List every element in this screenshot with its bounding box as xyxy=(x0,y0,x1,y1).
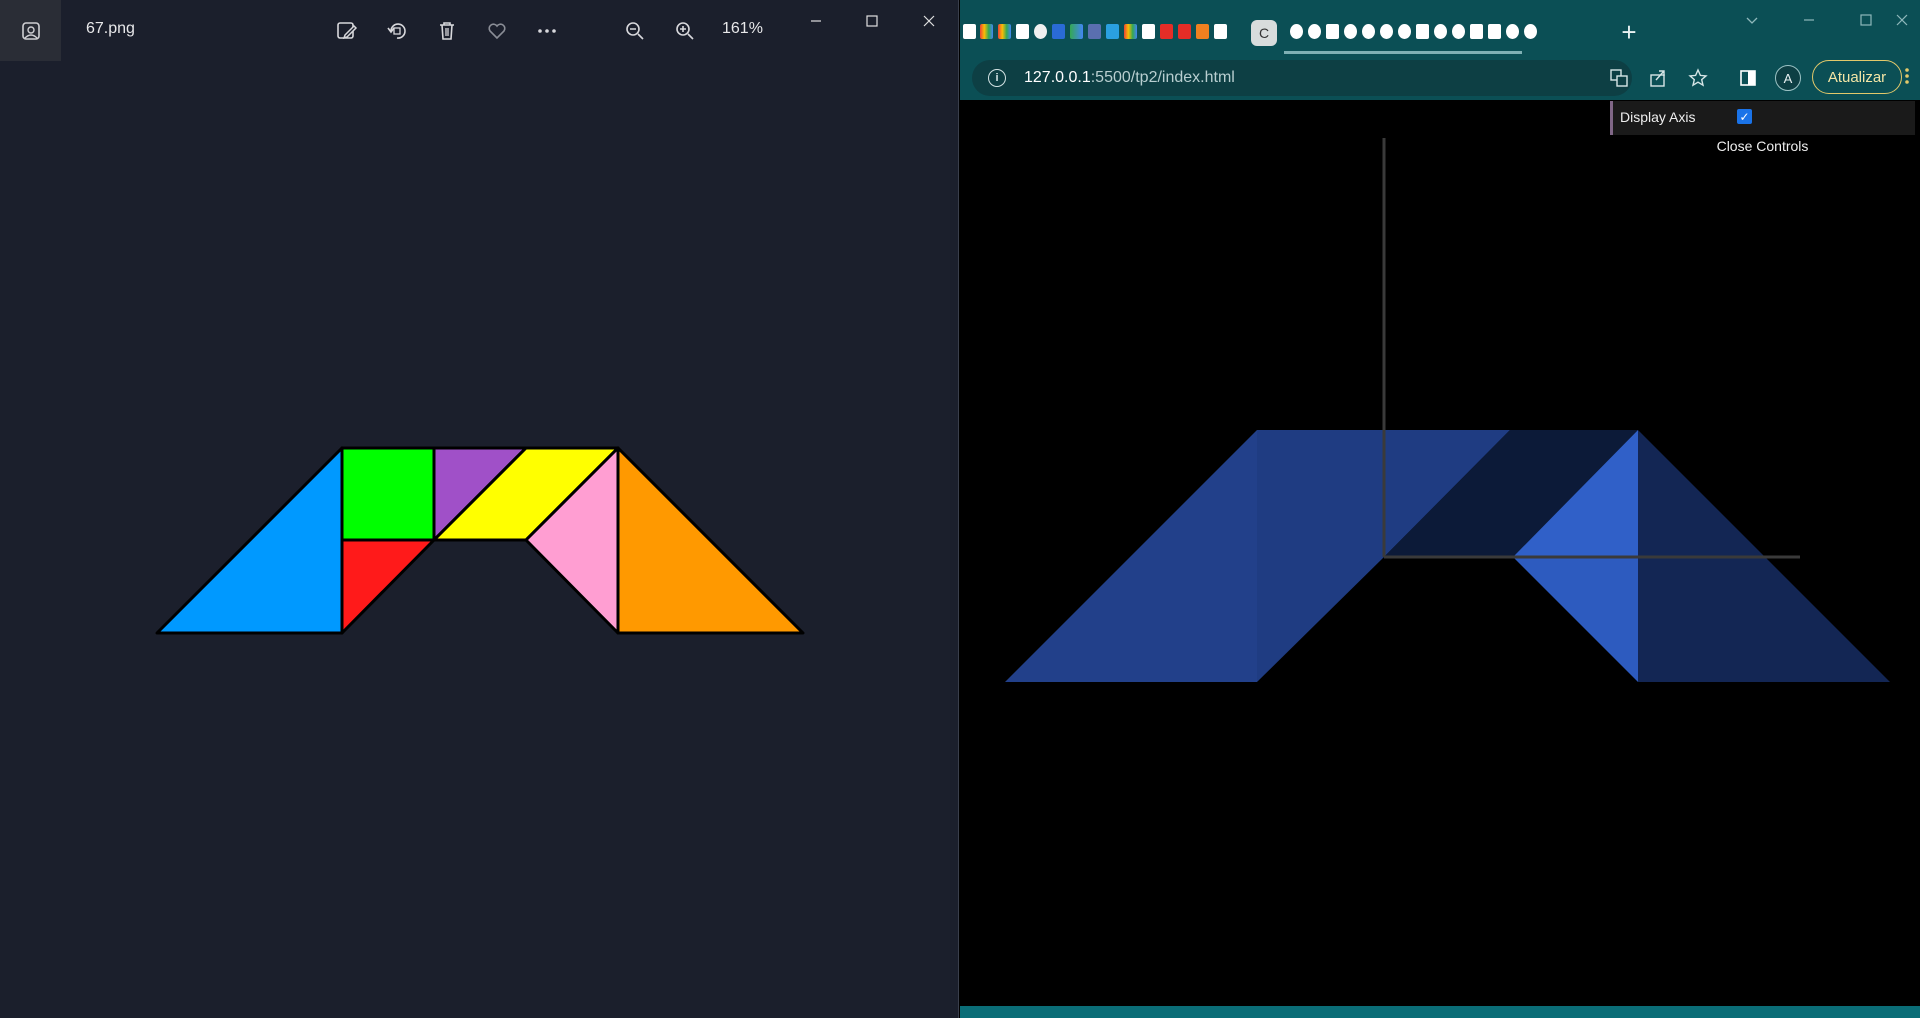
update-button[interactable]: Atualizar xyxy=(1812,60,1902,94)
shape-bright-lower xyxy=(1513,557,1638,682)
favorite-icon[interactable] xyxy=(480,14,514,48)
controls-panel: Display Axis ✓ xyxy=(1610,101,1915,135)
tab-favicon-12[interactable] xyxy=(1160,24,1173,39)
photos-titlebar: 67.png 161% xyxy=(0,0,959,61)
tab-favicon-28[interactable] xyxy=(1506,24,1519,39)
url-text[interactable]: 127.0.0.1:5500/tp2/index.html xyxy=(1024,69,1235,87)
tab-favicon-17[interactable] xyxy=(1308,24,1321,39)
tab-group-underline xyxy=(1284,51,1522,54)
tab-favicon-8[interactable] xyxy=(1088,24,1101,39)
new-tab-button[interactable]: + xyxy=(1614,17,1644,47)
shape-left-triangle xyxy=(1005,430,1257,682)
browser-window: C + i 127.0.0.1:5500/tp2/index.html A At… xyxy=(960,0,1920,1018)
rotate-icon[interactable] xyxy=(380,14,414,48)
tab-favicon-2[interactable] xyxy=(980,24,993,39)
share-icon[interactable] xyxy=(1646,66,1670,90)
tangram-red-triangle xyxy=(340,538,436,635)
profile-avatar[interactable]: A xyxy=(1775,65,1801,91)
tangram-image xyxy=(155,446,805,635)
tab-favicon-21[interactable] xyxy=(1380,24,1393,39)
tab-favicon-6[interactable] xyxy=(1052,24,1065,39)
minimize-icon[interactable] xyxy=(794,6,838,36)
close-icon[interactable] xyxy=(907,6,951,36)
photos-app-icon[interactable] xyxy=(0,0,61,61)
status-bar xyxy=(960,1006,1920,1018)
maximize-icon[interactable] xyxy=(850,6,894,36)
delete-icon[interactable] xyxy=(430,14,464,48)
tab-favicon-1[interactable] xyxy=(963,24,976,39)
tab-favicon-4[interactable] xyxy=(1016,24,1029,39)
browser-close-icon[interactable] xyxy=(1880,6,1920,34)
bookmark-star-icon[interactable] xyxy=(1686,66,1710,90)
tangram-green-square xyxy=(340,446,436,542)
tangram-blue-triangle xyxy=(155,446,344,635)
tab-active[interactable]: C xyxy=(1251,20,1277,46)
side-panel-icon[interactable] xyxy=(1736,66,1760,90)
tab-favicon-13[interactable] xyxy=(1178,24,1191,39)
address-bar[interactable]: i 127.0.0.1:5500/tp2/index.html xyxy=(972,60,1632,96)
zoom-in-icon[interactable] xyxy=(668,14,702,48)
tab-favicon-25[interactable] xyxy=(1452,24,1465,39)
display-axis-checkbox[interactable]: ✓ xyxy=(1737,109,1752,124)
close-controls-button[interactable]: Close Controls xyxy=(1610,135,1915,157)
tab-favicon-29[interactable] xyxy=(1524,24,1537,39)
tab-favicon-10[interactable] xyxy=(1124,24,1137,39)
tab-favicon-23[interactable] xyxy=(1416,24,1429,39)
display-axis-label: Display Axis xyxy=(1620,109,1696,125)
url-host: 127.0.0.1 xyxy=(1024,69,1091,86)
translate-icon[interactable] xyxy=(1607,66,1631,90)
tab-search-chevron-down-icon[interactable] xyxy=(1730,6,1774,34)
url-path: :5500/tp2/index.html xyxy=(1090,69,1235,86)
browser-toolbar: i 127.0.0.1:5500/tp2/index.html A Atuali… xyxy=(960,56,1920,100)
zoom-out-icon[interactable] xyxy=(618,14,652,48)
webgl-scene-canvas[interactable] xyxy=(960,100,1920,1006)
more-icon[interactable] xyxy=(530,14,564,48)
tab-favicon-3[interactable] xyxy=(998,24,1011,39)
tab-favicon-26[interactable] xyxy=(1470,24,1483,39)
tab-favicon-16[interactable] xyxy=(1290,24,1303,39)
browser-minimize-icon[interactable] xyxy=(1787,6,1831,34)
tab-favicon-11[interactable] xyxy=(1142,24,1155,39)
edit-image-icon[interactable] xyxy=(330,14,364,48)
tab-favicon-20[interactable] xyxy=(1362,24,1375,39)
tab-favicon-18[interactable] xyxy=(1326,24,1339,39)
tab-favicon-5[interactable] xyxy=(1034,24,1047,39)
file-name: 67.png xyxy=(86,20,135,37)
tab-favicon-14[interactable] xyxy=(1196,24,1209,39)
tab-favicon-27[interactable] xyxy=(1488,24,1501,39)
tab-strip: C + xyxy=(960,0,1920,56)
tab-favicon-24[interactable] xyxy=(1434,24,1447,39)
tangram-orange-triangle xyxy=(616,446,805,635)
tab-favicon-15[interactable] xyxy=(1214,24,1227,39)
tab-favicon-7[interactable] xyxy=(1070,24,1083,39)
zoom-level[interactable]: 161% xyxy=(722,20,763,38)
photos-viewer-window: 67.png 161% xyxy=(0,0,959,1018)
tab-favicon-22[interactable] xyxy=(1398,24,1411,39)
site-info-icon[interactable]: i xyxy=(988,69,1006,87)
tab-favicon-9[interactable] xyxy=(1106,24,1119,39)
browser-menu-icon[interactable] xyxy=(1904,66,1916,90)
tab-favicon-19[interactable] xyxy=(1344,24,1357,39)
